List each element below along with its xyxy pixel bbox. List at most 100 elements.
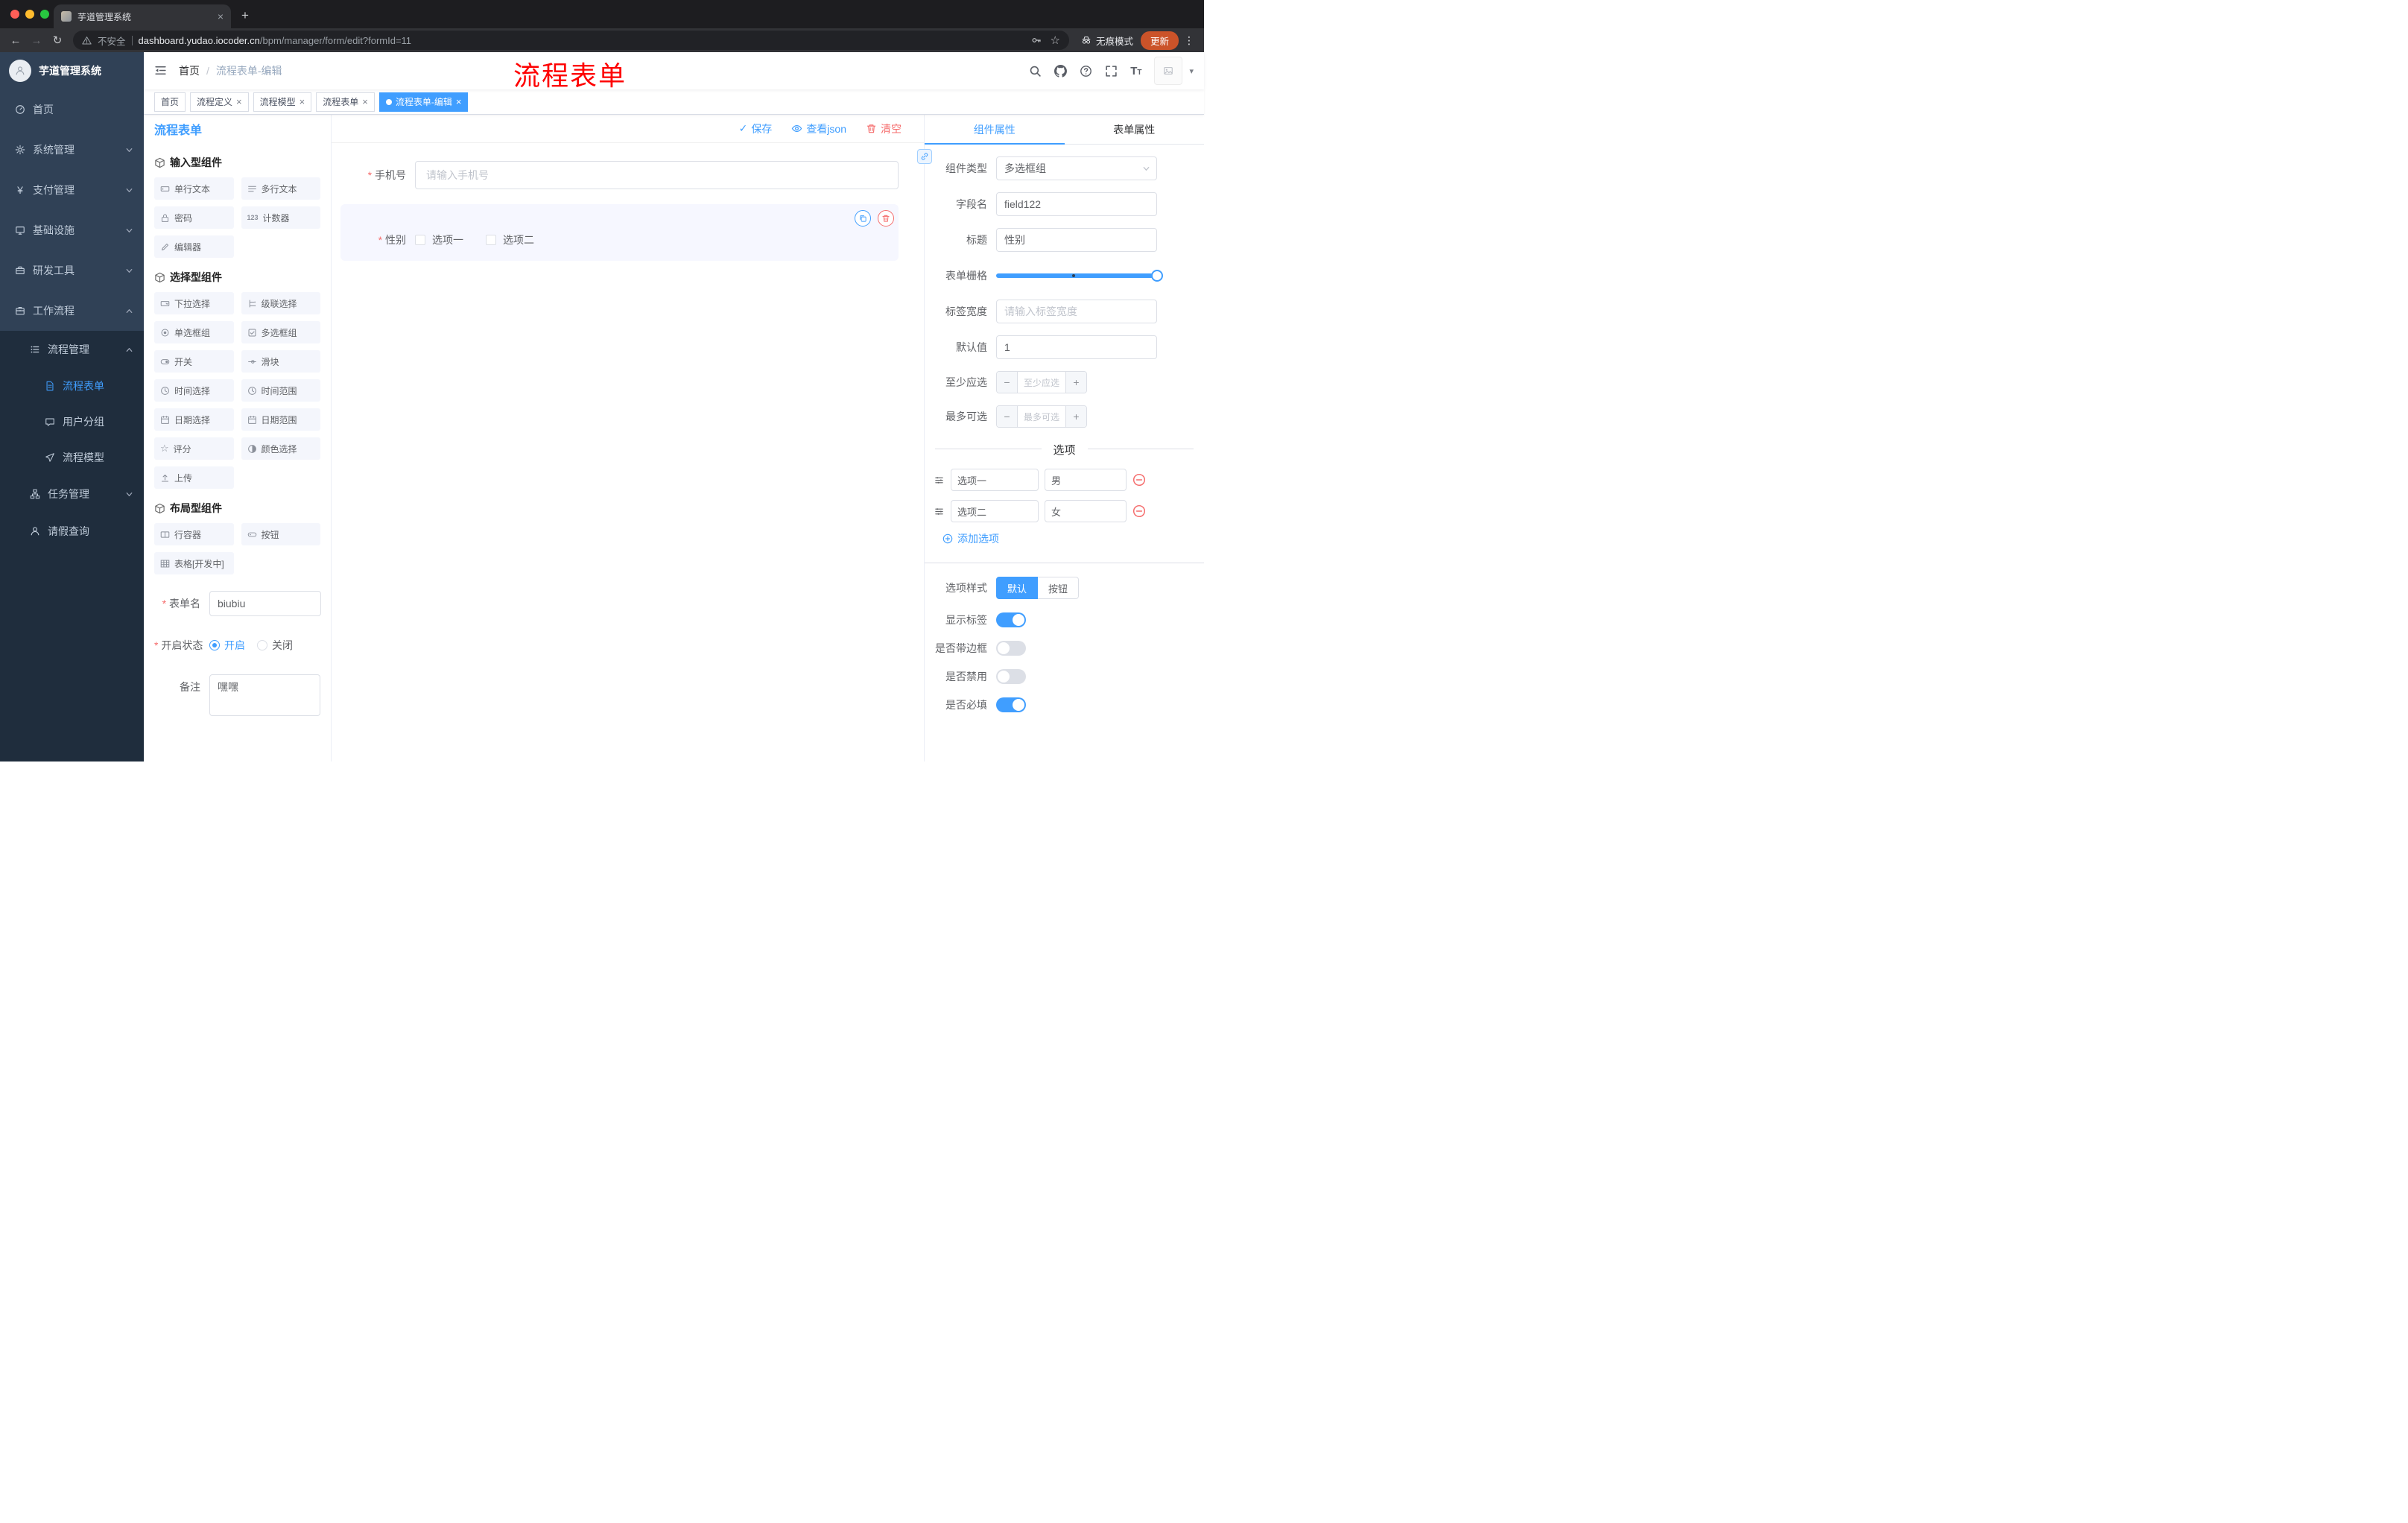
grid-slider[interactable] <box>996 270 1163 282</box>
tag-home[interactable]: 首页 <box>154 92 186 112</box>
new-tab-button[interactable]: + <box>241 8 249 23</box>
phone-input[interactable] <box>415 161 899 189</box>
avatar[interactable] <box>1154 57 1183 85</box>
tag-close-icon[interactable]: × <box>300 96 305 107</box>
style-button-button[interactable]: 按钮 <box>1038 577 1080 599</box>
sidebar-item-system[interactable]: 系统管理 <box>0 130 144 170</box>
palette-item-checkbox-group[interactable]: 多选框组 <box>241 321 320 343</box>
palette-item-switch[interactable]: 开关 <box>154 350 234 373</box>
component-type-select[interactable]: 多选框组 <box>996 156 1157 180</box>
tab-form-props[interactable]: 表单属性 <box>1065 115 1205 144</box>
palette-item-radio-group[interactable]: 单选框组 <box>154 321 234 343</box>
tag-process-definition[interactable]: 流程定义 × <box>190 92 249 112</box>
drawing-board[interactable]: 手机号 性别 选项一 选项二 <box>332 143 924 762</box>
form-name-input[interactable] <box>209 591 321 616</box>
plus-button[interactable]: + <box>1065 372 1086 393</box>
help-icon[interactable] <box>1080 65 1092 77</box>
search-icon[interactable] <box>1029 65 1042 77</box>
tag-close-icon[interactable]: × <box>362 96 368 107</box>
window-close-button[interactable] <box>10 10 19 19</box>
palette-item-row-container[interactable]: 行容器 <box>154 523 234 545</box>
sidebar-item-infra[interactable]: 基础设施 <box>0 210 144 250</box>
minus-button[interactable]: − <box>997 406 1018 427</box>
palette-item-date-range[interactable]: 日期范围 <box>241 408 320 431</box>
tag-process-form-edit[interactable]: 流程表单-编辑 × <box>378 92 469 112</box>
option-value-input[interactable] <box>1045 469 1127 491</box>
option-value-input[interactable] <box>1045 500 1127 522</box>
checkbox-icon[interactable] <box>415 235 425 245</box>
title-input[interactable] <box>996 228 1157 252</box>
palette-item-password[interactable]: 密码 <box>154 206 234 229</box>
sidebar-item-home[interactable]: 首页 <box>0 89 144 130</box>
canvas-field-gender-selected[interactable]: 性别 选项一 选项二 <box>340 204 899 261</box>
github-icon[interactable] <box>1054 65 1067 77</box>
remove-option-icon[interactable] <box>1132 504 1146 518</box>
bookmark-star-icon[interactable]: ☆ <box>1051 34 1060 47</box>
tag-close-icon[interactable]: × <box>236 96 242 107</box>
save-button[interactable]: ✓ 保存 <box>739 121 773 136</box>
border-switch[interactable] <box>996 641 1026 656</box>
default-value-input[interactable] <box>996 335 1157 359</box>
plus-button[interactable]: + <box>1065 406 1086 427</box>
palette-item-multi-text[interactable]: 多行文本 <box>241 177 320 200</box>
palette-item-button[interactable]: 按钮 <box>241 523 320 545</box>
option-name-input[interactable] <box>951 500 1039 522</box>
tab-component-props[interactable]: 组件属性 <box>925 115 1065 145</box>
disabled-switch[interactable] <box>996 669 1026 684</box>
sidebar-collapse-icon[interactable] <box>154 64 167 77</box>
avatar-caret-icon[interactable]: ▾ <box>1189 66 1194 76</box>
add-option-button[interactable]: 添加选项 <box>925 531 1204 546</box>
tab-close-icon[interactable]: × <box>218 10 224 22</box>
back-icon[interactable]: ← <box>6 34 25 47</box>
form-remark-textarea[interactable]: 嘿嘿 <box>209 674 320 716</box>
min-select-value[interactable]: 至少应选 <box>1018 372 1065 393</box>
field-name-input[interactable] <box>996 192 1157 216</box>
checkbox-icon[interactable] <box>486 235 496 245</box>
remove-option-icon[interactable] <box>1132 473 1146 487</box>
drag-handle-icon[interactable] <box>934 475 945 486</box>
browser-menu-icon[interactable]: ⋮ <box>1184 34 1194 47</box>
palette-item-cascader[interactable]: 级联选择 <box>241 292 320 314</box>
sidebar-item-user-group[interactable]: 用户分组 <box>0 404 144 440</box>
sidebar-item-task-mgmt[interactable]: 任务管理 <box>0 475 144 513</box>
sidebar-item-leave-query[interactable]: 请假查询 <box>0 513 144 550</box>
palette-item-date-picker[interactable]: 日期选择 <box>154 408 234 431</box>
status-radio-on[interactable]: 开启 <box>209 633 245 658</box>
status-radio-off[interactable]: 关闭 <box>257 633 293 658</box>
address-bar[interactable]: 不安全 dashboard.yudao.iocoder.cn/bpm/manag… <box>73 31 1069 50</box>
sidebar-item-process-form[interactable]: 流程表单 <box>0 368 144 404</box>
drag-handle-icon[interactable] <box>934 506 945 517</box>
font-size-icon[interactable]: TT <box>1130 65 1141 77</box>
palette-item-dropdown[interactable]: 下拉选择 <box>154 292 234 314</box>
tag-close-icon[interactable]: × <box>456 96 462 107</box>
style-default-button[interactable]: 默认 <box>996 577 1039 599</box>
palette-item-time-range[interactable]: 时间范围 <box>241 379 320 402</box>
palette-item-color-picker[interactable]: 颜色选择 <box>241 437 320 460</box>
gender-option-2[interactable]: 选项二 <box>486 232 534 247</box>
tag-process-model[interactable]: 流程模型 × <box>253 92 312 112</box>
show-label-switch[interactable] <box>996 612 1026 627</box>
label-width-input[interactable] <box>996 300 1157 323</box>
view-json-button[interactable]: 查看json <box>791 121 846 136</box>
palette-item-table[interactable]: 表格[开发中] <box>154 552 234 574</box>
sidebar-item-devtools[interactable]: 研发工具 <box>0 250 144 291</box>
breadcrumb-home[interactable]: 首页 <box>179 63 200 78</box>
window-zoom-button[interactable] <box>40 10 49 19</box>
palette-item-time-picker[interactable]: 时间选择 <box>154 379 234 402</box>
palette-item-rate[interactable]: ☆ 评分 <box>154 437 234 460</box>
window-minimize-button[interactable] <box>25 10 34 19</box>
slider-handle[interactable] <box>1151 270 1163 282</box>
palette-item-slider[interactable]: 滑块 <box>241 350 320 373</box>
sidebar-item-process-mgmt[interactable]: 流程管理 <box>0 331 144 368</box>
palette-item-single-text[interactable]: 单行文本 <box>154 177 234 200</box>
sidebar-item-workflow[interactable]: 工作流程 <box>0 291 144 331</box>
required-switch[interactable] <box>996 697 1026 712</box>
clear-button[interactable]: 清空 <box>866 121 902 136</box>
forward-icon[interactable]: → <box>27 34 46 47</box>
max-select-value[interactable]: 最多可选 <box>1018 406 1065 427</box>
minus-button[interactable]: − <box>997 372 1018 393</box>
tag-process-form[interactable]: 流程表单 × <box>316 92 375 112</box>
canvas-field-phone[interactable]: 手机号 <box>340 161 899 189</box>
palette-item-counter[interactable]: 123 计数器 <box>241 206 320 229</box>
gender-option-1[interactable]: 选项一 <box>415 232 463 247</box>
